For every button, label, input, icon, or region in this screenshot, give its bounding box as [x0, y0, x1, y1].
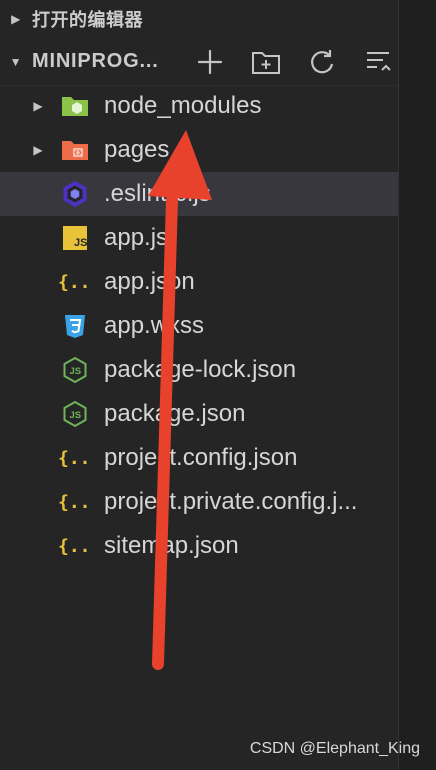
collapse-all-button[interactable]	[358, 42, 398, 82]
collapse-icon	[367, 51, 391, 71]
new-file-button[interactable]	[190, 42, 230, 82]
tree-item-label: sitemap.json	[104, 532, 239, 559]
js-icon: JS	[58, 223, 92, 253]
tree-item-label: .eslintrc.js	[104, 180, 211, 207]
tree-item-label: package-lock.json	[104, 356, 297, 383]
project-header[interactable]: ▼ MINIPROG...	[0, 38, 398, 86]
node-modules-folder-icon	[58, 91, 92, 121]
tree-item-project-private-config-json[interactable]: {..} project.private.config.j...	[0, 480, 398, 524]
svg-text:{..}: {..}	[58, 492, 92, 513]
file-tree: ▶ node_modules ▶ pages .eslintrc.js JS a…	[0, 84, 398, 568]
editor-edge	[398, 0, 436, 770]
json-icon: {..}	[58, 487, 92, 517]
json-icon: {..}	[58, 531, 92, 561]
refresh-icon	[311, 49, 334, 73]
plus-icon	[197, 49, 223, 74]
new-folder-button[interactable]	[246, 42, 286, 82]
watermark: CSDN @Elephant_King	[249, 740, 420, 757]
svg-text:JS: JS	[74, 237, 87, 249]
tree-item-label: app.json	[104, 268, 195, 295]
tree-item-label: project.config.json	[104, 444, 298, 471]
open-editors-label: 打开的编辑器	[32, 10, 143, 30]
tree-item-app-js[interactable]: JS app.js	[0, 216, 398, 260]
svg-text:{..}: {..}	[58, 272, 92, 293]
css-icon	[58, 311, 92, 341]
svg-text:JS: JS	[70, 410, 82, 421]
svg-text:JS: JS	[70, 366, 82, 377]
tree-item-label: app.wxss	[104, 312, 205, 339]
chevron-down-icon[interactable]: ▼	[8, 55, 24, 69]
chevron-right-icon[interactable]: ▶	[28, 143, 48, 157]
tree-item-label: package.json	[104, 400, 246, 427]
tree-item-sitemap-json[interactable]: {..} sitemap.json	[0, 524, 398, 568]
json-icon: {..}	[58, 443, 92, 473]
tree-item-eslintrc[interactable]: .eslintrc.js	[0, 172, 398, 216]
tree-item-label: pages	[104, 136, 170, 163]
explorer-panel: ▶ 打开的编辑器 ▼ MINIPROG... ▶ node_modules ▶ …	[0, 0, 398, 770]
node-json-icon: JS	[58, 355, 92, 385]
tree-item-project-config-json[interactable]: {..} project.config.json	[0, 436, 398, 480]
json-icon: {..}	[58, 267, 92, 297]
svg-text:{..}: {..}	[58, 448, 92, 469]
tree-item-package-lock-json[interactable]: JS package-lock.json	[0, 348, 398, 392]
chevron-right-icon[interactable]: ▶	[28, 99, 48, 113]
tree-item-label: node_modules	[104, 92, 262, 119]
tree-item-label: project.private.config.j...	[104, 488, 358, 515]
folder-plus-icon	[252, 51, 280, 74]
tree-item-app-json[interactable]: {..} app.json	[0, 260, 398, 304]
open-editors-header[interactable]: ▶ 打开的编辑器	[0, 0, 398, 38]
tree-item-label: app.js	[104, 224, 169, 251]
tree-item-node-modules[interactable]: ▶ node_modules	[0, 84, 398, 128]
explorer-toolbar	[190, 42, 398, 82]
node-json-icon: JS	[58, 399, 92, 429]
pages-folder-icon	[58, 135, 92, 165]
tree-item-app-wxss[interactable]: app.wxss	[0, 304, 398, 348]
svg-text:{..}: {..}	[58, 536, 92, 557]
tree-item-pages[interactable]: ▶ pages	[0, 128, 398, 172]
tree-item-package-json[interactable]: JS package.json	[0, 392, 398, 436]
eslint-icon	[58, 179, 92, 209]
project-name: MINIPROG...	[32, 50, 159, 72]
chevron-right-icon[interactable]: ▶	[8, 12, 24, 26]
refresh-button[interactable]	[302, 42, 342, 82]
